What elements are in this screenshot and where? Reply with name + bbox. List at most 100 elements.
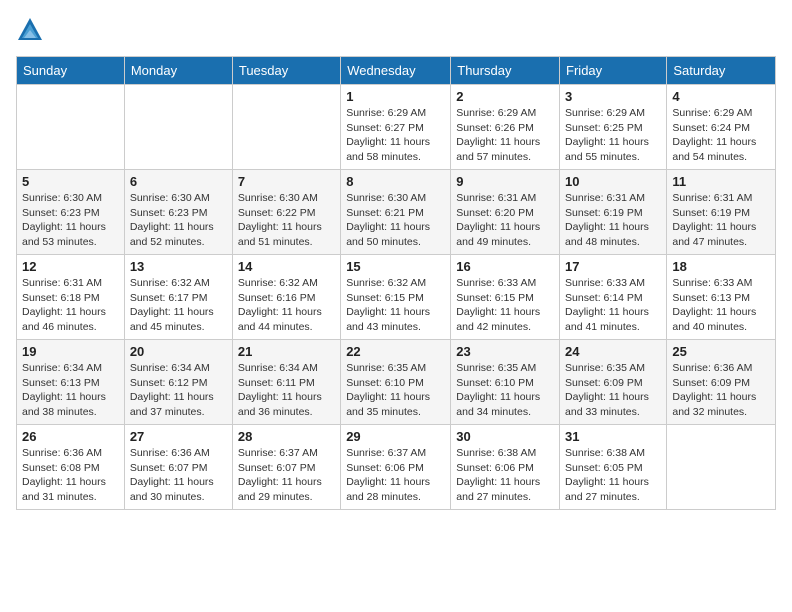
calendar-cell: 28 Sunrise: 6:37 AM Sunset: 6:07 PM Dayli… xyxy=(232,425,340,510)
day-info: Sunrise: 6:32 AM Sunset: 6:16 PM Dayligh… xyxy=(238,276,335,335)
day-info: Sunrise: 6:36 AM Sunset: 6:09 PM Dayligh… xyxy=(672,361,770,420)
weekday-header-thursday: Thursday xyxy=(451,57,560,85)
calendar-cell: 11 Sunrise: 6:31 AM Sunset: 6:19 PM Dayli… xyxy=(667,170,776,255)
day-info: Sunrise: 6:31 AM Sunset: 6:19 PM Dayligh… xyxy=(565,191,661,250)
calendar-cell: 18 Sunrise: 6:33 AM Sunset: 6:13 PM Dayli… xyxy=(667,255,776,340)
calendar-week-row: 5 Sunrise: 6:30 AM Sunset: 6:23 PM Daylig… xyxy=(17,170,776,255)
calendar-cell xyxy=(17,85,125,170)
weekday-header-sunday: Sunday xyxy=(17,57,125,85)
day-info: Sunrise: 6:36 AM Sunset: 6:07 PM Dayligh… xyxy=(130,446,227,505)
day-number: 18 xyxy=(672,259,770,274)
page-header xyxy=(16,16,776,44)
calendar-cell: 9Sunrise: 6:31 AM Sunset: 6:20 PM Daylig… xyxy=(451,170,560,255)
calendar-cell: 7 Sunrise: 6:30 AM Sunset: 6:22 PM Daylig… xyxy=(232,170,340,255)
day-number: 25 xyxy=(672,344,770,359)
calendar-cell xyxy=(667,425,776,510)
calendar-cell: 20 Sunrise: 6:34 AM Sunset: 6:12 PM Dayli… xyxy=(124,340,232,425)
day-info: Sunrise: 6:30 AM Sunset: 6:21 PM Dayligh… xyxy=(346,191,445,250)
weekday-header-tuesday: Tuesday xyxy=(232,57,340,85)
day-number: 12 xyxy=(22,259,119,274)
day-number: 28 xyxy=(238,429,335,444)
logo xyxy=(16,16,48,44)
day-info: Sunrise: 6:32 AM Sunset: 6:15 PM Dayligh… xyxy=(346,276,445,335)
day-number: 30 xyxy=(456,429,554,444)
day-number: 7 xyxy=(238,174,335,189)
day-number: 11 xyxy=(672,174,770,189)
weekday-header-saturday: Saturday xyxy=(667,57,776,85)
calendar-cell: 5Sunrise: 6:30 AM Sunset: 6:23 PM Daylig… xyxy=(17,170,125,255)
calendar-cell: 27 Sunrise: 6:36 AM Sunset: 6:07 PM Dayli… xyxy=(124,425,232,510)
day-info: Sunrise: 6:33 AM Sunset: 6:13 PM Dayligh… xyxy=(672,276,770,335)
weekday-header-monday: Monday xyxy=(124,57,232,85)
calendar-cell: 24 Sunrise: 6:35 AM Sunset: 6:09 PM Dayli… xyxy=(560,340,667,425)
day-info: Sunrise: 6:36 AM Sunset: 6:08 PM Dayligh… xyxy=(22,446,119,505)
day-info: Sunrise: 6:31 AM Sunset: 6:19 PM Dayligh… xyxy=(672,191,770,250)
day-number: 21 xyxy=(238,344,335,359)
calendar-cell: 30 Sunrise: 6:38 AM Sunset: 6:06 PM Dayli… xyxy=(451,425,560,510)
weekday-header-friday: Friday xyxy=(560,57,667,85)
day-info: Sunrise: 6:35 AM Sunset: 6:09 PM Dayligh… xyxy=(565,361,661,420)
calendar-week-row: 26 Sunrise: 6:36 AM Sunset: 6:08 PM Dayli… xyxy=(17,425,776,510)
day-number: 15 xyxy=(346,259,445,274)
day-info: Sunrise: 6:37 AM Sunset: 6:07 PM Dayligh… xyxy=(238,446,335,505)
weekday-header-row: SundayMondayTuesdayWednesdayThursdayFrid… xyxy=(17,57,776,85)
calendar-week-row: 19Sunrise: 6:34 AM Sunset: 6:13 PM Dayli… xyxy=(17,340,776,425)
calendar-cell: 15 Sunrise: 6:32 AM Sunset: 6:15 PM Dayli… xyxy=(341,255,451,340)
day-number: 24 xyxy=(565,344,661,359)
day-number: 8 xyxy=(346,174,445,189)
day-info: Sunrise: 6:29 AM Sunset: 6:24 PM Dayligh… xyxy=(672,106,770,165)
day-info: Sunrise: 6:29 AM Sunset: 6:27 PM Dayligh… xyxy=(346,106,445,165)
day-info: Sunrise: 6:34 AM Sunset: 6:12 PM Dayligh… xyxy=(130,361,227,420)
calendar-cell: 17Sunrise: 6:33 AM Sunset: 6:14 PM Dayli… xyxy=(560,255,667,340)
logo-icon xyxy=(16,16,44,44)
day-number: 2 xyxy=(456,89,554,104)
calendar-cell xyxy=(124,85,232,170)
day-info: Sunrise: 6:30 AM Sunset: 6:22 PM Dayligh… xyxy=(238,191,335,250)
weekday-header-wednesday: Wednesday xyxy=(341,57,451,85)
calendar-cell: 2 Sunrise: 6:29 AM Sunset: 6:26 PM Daylig… xyxy=(451,85,560,170)
calendar-cell: 12 Sunrise: 6:31 AM Sunset: 6:18 PM Dayli… xyxy=(17,255,125,340)
day-number: 29 xyxy=(346,429,445,444)
day-info: Sunrise: 6:31 AM Sunset: 6:20 PM Dayligh… xyxy=(456,191,554,250)
day-number: 3 xyxy=(565,89,661,104)
calendar-cell: 16Sunrise: 6:33 AM Sunset: 6:15 PM Dayli… xyxy=(451,255,560,340)
calendar-cell: 3 Sunrise: 6:29 AM Sunset: 6:25 PM Daylig… xyxy=(560,85,667,170)
day-info: Sunrise: 6:35 AM Sunset: 6:10 PM Dayligh… xyxy=(346,361,445,420)
day-number: 23 xyxy=(456,344,554,359)
day-info: Sunrise: 6:31 AM Sunset: 6:18 PM Dayligh… xyxy=(22,276,119,335)
calendar-cell: 1 Sunrise: 6:29 AM Sunset: 6:27 PM Daylig… xyxy=(341,85,451,170)
calendar-cell: 4 Sunrise: 6:29 AM Sunset: 6:24 PM Daylig… xyxy=(667,85,776,170)
day-info: Sunrise: 6:29 AM Sunset: 6:26 PM Dayligh… xyxy=(456,106,554,165)
calendar-cell: 21Sunrise: 6:34 AM Sunset: 6:11 PM Dayli… xyxy=(232,340,340,425)
day-info: Sunrise: 6:29 AM Sunset: 6:25 PM Dayligh… xyxy=(565,106,661,165)
day-number: 27 xyxy=(130,429,227,444)
day-number: 26 xyxy=(22,429,119,444)
calendar-cell: 26 Sunrise: 6:36 AM Sunset: 6:08 PM Dayli… xyxy=(17,425,125,510)
day-number: 10 xyxy=(565,174,661,189)
day-info: Sunrise: 6:37 AM Sunset: 6:06 PM Dayligh… xyxy=(346,446,445,505)
day-info: Sunrise: 6:35 AM Sunset: 6:10 PM Dayligh… xyxy=(456,361,554,420)
day-info: Sunrise: 6:32 AM Sunset: 6:17 PM Dayligh… xyxy=(130,276,227,335)
day-number: 16 xyxy=(456,259,554,274)
calendar-cell: 6 Sunrise: 6:30 AM Sunset: 6:23 PM Daylig… xyxy=(124,170,232,255)
day-number: 22 xyxy=(346,344,445,359)
day-number: 31 xyxy=(565,429,661,444)
day-number: 4 xyxy=(672,89,770,104)
calendar-cell: 22 Sunrise: 6:35 AM Sunset: 6:10 PM Dayli… xyxy=(341,340,451,425)
calendar-cell: 31Sunrise: 6:38 AM Sunset: 6:05 PM Dayli… xyxy=(560,425,667,510)
calendar-cell: 29 Sunrise: 6:37 AM Sunset: 6:06 PM Dayli… xyxy=(341,425,451,510)
calendar-cell: 14 Sunrise: 6:32 AM Sunset: 6:16 PM Dayli… xyxy=(232,255,340,340)
day-number: 6 xyxy=(130,174,227,189)
calendar-cell: 19Sunrise: 6:34 AM Sunset: 6:13 PM Dayli… xyxy=(17,340,125,425)
day-info: Sunrise: 6:38 AM Sunset: 6:06 PM Dayligh… xyxy=(456,446,554,505)
day-number: 5 xyxy=(22,174,119,189)
day-number: 20 xyxy=(130,344,227,359)
day-number: 19 xyxy=(22,344,119,359)
day-info: Sunrise: 6:30 AM Sunset: 6:23 PM Dayligh… xyxy=(130,191,227,250)
calendar-cell: 10 Sunrise: 6:31 AM Sunset: 6:19 PM Dayli… xyxy=(560,170,667,255)
day-number: 1 xyxy=(346,89,445,104)
calendar-cell: 25 Sunrise: 6:36 AM Sunset: 6:09 PM Dayli… xyxy=(667,340,776,425)
calendar-table: SundayMondayTuesdayWednesdayThursdayFrid… xyxy=(16,56,776,510)
day-number: 14 xyxy=(238,259,335,274)
calendar-cell xyxy=(232,85,340,170)
